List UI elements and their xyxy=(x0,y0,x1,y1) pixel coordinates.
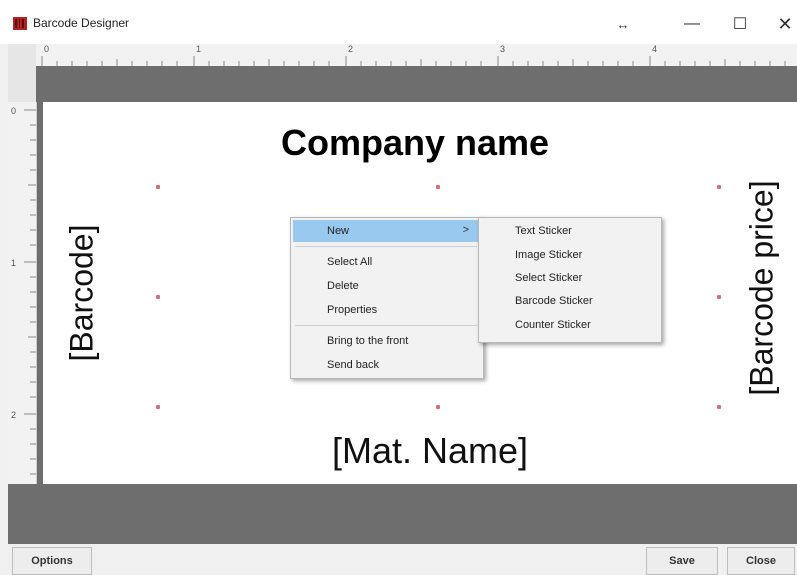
selection-handle[interactable] xyxy=(717,185,721,189)
menu-item-delete[interactable]: Delete xyxy=(293,275,479,297)
menu-item-new-label: New xyxy=(327,225,350,237)
selection-handle[interactable] xyxy=(156,295,160,299)
save-button[interactable]: Save xyxy=(646,547,718,575)
submenu-item-select-sticker[interactable]: Select Sticker xyxy=(481,267,657,289)
window-title: Barcode Designer xyxy=(33,16,130,30)
selection-handle[interactable] xyxy=(717,295,721,299)
mat-name-text[interactable]: [Mat. Name] xyxy=(0,430,797,472)
bottom-bar: Options Save Close xyxy=(0,544,797,575)
selection-handle[interactable] xyxy=(156,405,160,409)
barcode-text[interactable]: [Barcode] xyxy=(64,225,101,362)
left-ruler-label: 1 xyxy=(11,258,17,268)
close-window-button[interactable]: ✕ xyxy=(765,10,797,38)
submenu-item-counter-sticker[interactable]: Counter Sticker xyxy=(481,314,657,336)
submenu-item-barcode-sticker[interactable]: Barcode Sticker xyxy=(481,290,657,312)
new-submenu: Text Sticker Image Sticker Select Sticke… xyxy=(478,217,662,343)
menu-item-bring-to-front[interactable]: Bring to the front xyxy=(293,330,479,352)
menu-item-new[interactable]: New > xyxy=(293,220,479,242)
left-ruler-label: 2 xyxy=(11,410,17,420)
top-ruler-label: 1 xyxy=(196,44,202,54)
menu-item-select-all[interactable]: Select All xyxy=(293,251,479,273)
submenu-item-text-sticker[interactable]: Text Sticker xyxy=(481,220,657,242)
selection-handle[interactable] xyxy=(436,405,440,409)
options-button[interactable]: Options xyxy=(12,547,92,575)
ruler-corner xyxy=(8,44,36,102)
menu-separator xyxy=(295,246,477,247)
chevron-right-icon: > xyxy=(462,224,469,236)
minimize-button[interactable]: — xyxy=(672,10,712,38)
context-menu: New > Select All Delete Properties Bring… xyxy=(290,217,484,379)
app-icon xyxy=(13,17,27,30)
top-ruler-ticks xyxy=(41,56,786,66)
menu-item-send-back[interactable]: Send back xyxy=(293,354,479,376)
close-button[interactable]: Close xyxy=(727,547,795,575)
selection-handle[interactable] xyxy=(717,405,721,409)
top-ruler-label: 3 xyxy=(500,44,506,54)
selection-handle[interactable] xyxy=(436,185,440,189)
company-name-text[interactable]: Company name xyxy=(0,122,797,164)
top-ruler: 0 1 2 3 4 xyxy=(36,44,797,67)
maximize-button[interactable]: ☐ xyxy=(720,10,760,38)
submenu-item-image-sticker[interactable]: Image Sticker xyxy=(481,244,657,266)
resize-icon[interactable]: ↔ xyxy=(603,10,643,38)
top-ruler-label: 0 xyxy=(44,44,50,54)
title-bar: Barcode Designer ↔ — ☐ ✕ xyxy=(0,0,797,44)
top-ruler-label: 4 xyxy=(652,44,658,54)
menu-separator xyxy=(295,325,477,326)
selection-handle[interactable] xyxy=(156,185,160,189)
left-ruler-label: 0 xyxy=(11,106,17,116)
barcode-designer-window: Barcode Designer ↔ — ☐ ✕ 0 1 2 3 4 0 1 2… xyxy=(0,0,797,575)
barcode-price-text[interactable]: [Barcode price] xyxy=(744,180,781,395)
top-ruler-label: 2 xyxy=(348,44,354,54)
menu-item-properties[interactable]: Properties xyxy=(293,299,479,321)
